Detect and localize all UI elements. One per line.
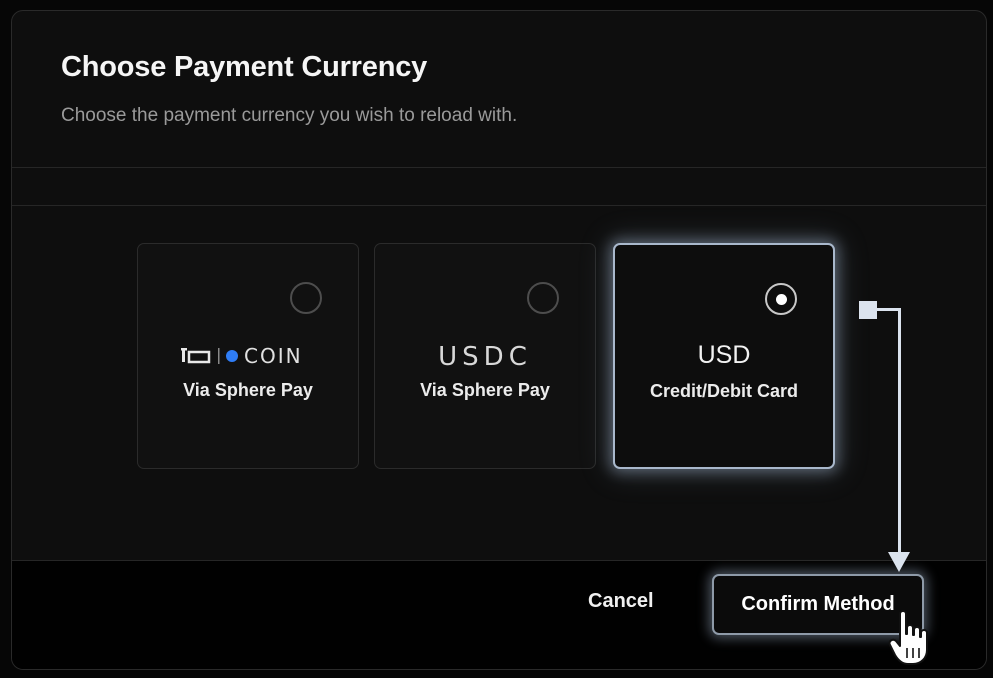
usd-sub-label: Credit/Debit Card: [649, 381, 799, 401]
radio-io-coin[interactable]: [290, 282, 322, 314]
usdc-logo: USDC: [375, 342, 595, 372]
svg-text:COIN: COIN: [244, 344, 303, 368]
usdc-logo-text: USDC: [438, 342, 532, 372]
annotation-line: [898, 308, 901, 556]
dialog-header: Choose Payment Currency Choose the payme…: [12, 11, 986, 168]
io-coin-sub-label: Via Sphere Pay: [183, 380, 313, 400]
io-coin-logo: COIN: [138, 342, 358, 370]
dialog-subtitle: Choose the payment currency you wish to …: [61, 105, 518, 126]
io-coin-logo-icon: COIN: [181, 344, 303, 368]
dialog-divider-band: [12, 168, 986, 206]
radio-usd[interactable]: [765, 283, 797, 315]
radio-usdc[interactable]: [527, 282, 559, 314]
radio-selected-dot: [775, 293, 787, 305]
annotation-marker-icon: [859, 301, 877, 319]
usd-label: USD: [697, 341, 751, 369]
annotation-arrow-icon: [888, 552, 910, 572]
cancel-button[interactable]: Cancel: [588, 590, 654, 613]
option-card-usd[interactable]: USD Credit/Debit Card: [613, 243, 835, 469]
option-card-io-coin[interactable]: COIN Via Sphere Pay: [137, 243, 359, 469]
hand-pointer-icon: [888, 610, 928, 665]
usdc-sub-label: Via Sphere Pay: [420, 380, 550, 400]
option-card-usdc[interactable]: USDC Via Sphere Pay: [374, 243, 596, 469]
dialog-title: Choose Payment Currency: [61, 51, 428, 83]
